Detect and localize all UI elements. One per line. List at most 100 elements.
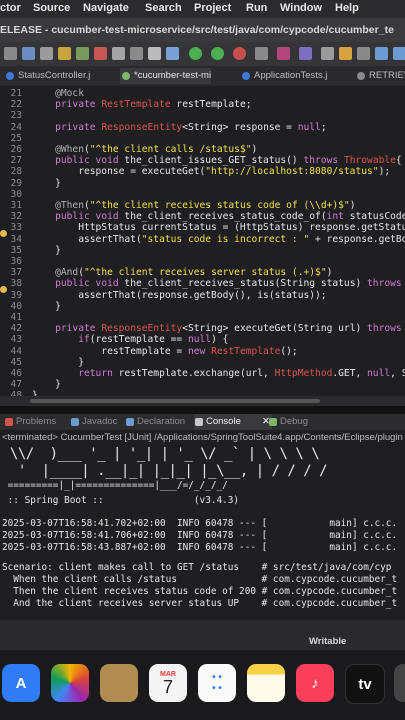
build-icon[interactable] [58,47,71,60]
calendar-icon[interactable]: MAR 7 [149,664,187,702]
line-number: 25 [10,132,22,144]
dock-partial-icon[interactable] [394,664,405,702]
code-line: } [32,300,61,312]
tab-console[interactable]: Console ✕ [194,414,272,430]
save-icon[interactable] [22,47,35,60]
code-line: @Mock [55,88,84,99]
menu-item-project[interactable]: Project [194,2,231,14]
line-number: 46 [10,368,22,379]
reminders-icon[interactable]: • • • • [198,664,236,702]
calendar-day: 7 [162,676,173,697]
code-line: return restTemplate.exchange(url, HttpMe… [78,368,405,379]
scenario-line: Scenario: client makes call to GET /stat… [2,562,392,573]
apple-tv-icon[interactable]: tv [345,664,385,704]
contacts-icon[interactable] [100,664,138,702]
debug-icon[interactable] [189,47,202,60]
external-tools-icon[interactable] [255,47,268,60]
breakpoint-marker[interactable] [0,286,7,293]
editor-tab-feature-file[interactable]: *cucumber-test-mi [120,68,212,84]
scrollbar-thumb[interactable] [30,399,320,403]
open-task-icon[interactable] [299,47,312,60]
code-line: @When("^the client calls /status$") [55,144,258,155]
music-icon[interactable]: ♪ [296,664,334,702]
code-line: @Then("^the client receives status code … [55,200,356,211]
line-number: 37 [10,267,22,279]
log-line: 2025-03-07T16:58:41.702+02:00 INFO 60478… [2,518,398,529]
tab-debug[interactable]: Debug [268,414,308,430]
line-number: 30 [10,188,22,200]
feature-file-icon [122,72,130,80]
file-icon [357,72,365,80]
code-line: } [32,356,84,368]
window-title-bar: ELEASE - cucumber-test-microservice/src/… [0,18,405,42]
search-icon[interactable] [339,47,352,60]
tab-declaration[interactable]: Declaration [125,414,185,430]
menu-item-editor[interactable]: ctor [0,2,21,14]
spring-banner-line: =========|_|==============|___/=/_/_/_/ [2,480,228,491]
menu-item-run[interactable]: Run [246,2,267,14]
menu-item-help[interactable]: Help [335,2,359,14]
run-icon[interactable] [211,47,224,60]
open-type-icon[interactable] [277,47,290,60]
code-line: private RestTemplate restTemplate; [55,99,252,111]
line-number: 21 [10,88,22,99]
console-output[interactable]: <terminated> CucumberTest [JUnit] /Appli… [0,430,405,620]
javadoc-icon [71,418,79,426]
java-file-icon [242,72,250,80]
dock: A MAR 7 • • • • ♪ tv [0,650,405,720]
stop-icon[interactable] [94,47,107,60]
skip-breakpoints-icon[interactable] [166,47,179,60]
tab-javadoc[interactable]: Javadoc [70,414,117,430]
line-number: 40 [10,300,22,312]
log-line: 2025-03-07T16:58:43.887+02:00 INFO 60478… [2,542,398,553]
menu-item-navigate[interactable]: Navigate [83,2,129,14]
code-line: public void the_client_issues_GET_status… [55,155,402,167]
photos-icon[interactable] [51,664,89,702]
code-editor[interactable]: 21 @Mock 22 private RestTemplate restTemp… [0,86,405,396]
editor-mode-status: Writable [309,636,347,647]
new-java-class-icon[interactable] [321,47,334,60]
new-icon[interactable] [4,47,17,60]
declaration-icon [126,418,134,426]
scenario-line: And the client receives server status UP… [2,598,398,609]
code-line: @And("^the client receives server status… [55,267,333,279]
notes-icon[interactable] [247,664,285,702]
problems-icon [5,418,13,426]
code-line: assertThat(response.getBody(), is(status… [32,289,327,301]
show-whitespace-icon[interactable] [148,47,161,60]
line-number: 32 [10,211,22,223]
annotation-icon[interactable] [357,47,370,60]
code-line: private ResponseEntity<String> executeGe… [55,323,402,335]
debug-icon [269,418,277,426]
menu-item-window[interactable]: Window [280,2,322,14]
panel-divider[interactable] [0,406,405,414]
line-number: 36 [10,256,22,267]
window-title: ELEASE - cucumber-test-microservice/src/… [0,24,394,36]
line-number: 23 [10,110,22,122]
line-number: 44 [10,345,22,357]
line-number: 35 [10,244,22,256]
editor-tab-retrieve[interactable]: RETRIEV [355,68,405,84]
console-icon [195,418,203,426]
code-line: assertThat("status code is incorrect : "… [32,233,405,245]
menu-item-source[interactable]: Source [33,2,70,14]
editor-tab-bar: StatusController.j *cucumber-test-mi App… [0,66,405,87]
tab-problems[interactable]: Problems [4,414,56,430]
spring-banner-line: \\/ )___ '_ | '_| | '_ \/ _` | \ \ \ \ [2,446,320,462]
spring-boot-icon[interactable] [76,47,89,60]
toggle-block-icon[interactable] [112,47,125,60]
editor-tab-status-controller[interactable]: StatusController.j [4,68,90,84]
status-bar: Writable [0,620,405,650]
editor-tab-application-tests[interactable]: ApplicationTests.j [240,68,327,84]
menu-item-search[interactable]: Search [145,2,182,14]
word-wrap-icon[interactable] [130,47,143,60]
editor-horizontal-scrollbar[interactable] [0,396,405,406]
code-line: public void the_client_receives_status_c… [55,211,405,223]
app-store-icon[interactable]: A [2,664,40,702]
code-line: private ResponseEntity<String> response … [55,121,327,133]
forward-icon[interactable] [393,47,405,60]
coverage-icon[interactable] [233,47,246,60]
breakpoint-marker[interactable] [0,230,7,237]
print-icon[interactable] [40,47,53,60]
back-icon[interactable] [375,47,388,60]
